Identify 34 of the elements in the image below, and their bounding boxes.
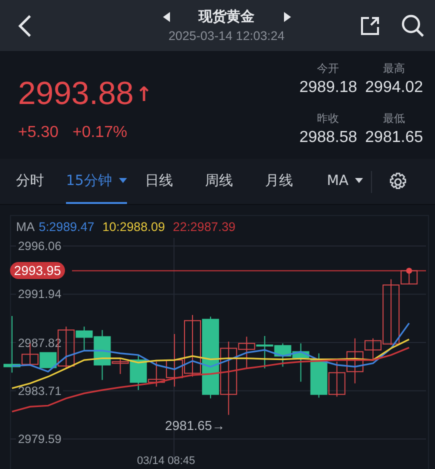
- change-percent: +0.17%: [72, 124, 128, 142]
- period-tab[interactable]: MA: [326, 159, 364, 204]
- ma-label: MA: [16, 220, 35, 234]
- stat-label: 今开: [317, 61, 340, 76]
- stat-value: 2988.58: [299, 129, 358, 147]
- ma-value: 5:2989.47: [38, 220, 94, 234]
- back-icon[interactable]: [18, 14, 32, 38]
- stat-value: 2981.65: [365, 129, 423, 147]
- settings-icon[interactable]: [388, 172, 408, 192]
- price-dot: [406, 268, 412, 274]
- period-tab[interactable]: 15分钟: [66, 159, 127, 204]
- period-tab[interactable]: 周线: [204, 159, 233, 204]
- arrow-icon: ↑: [136, 82, 152, 106]
- search-icon[interactable]: [401, 14, 425, 38]
- share-icon[interactable]: [359, 14, 381, 36]
- price-tag: 2993.95: [10, 262, 65, 279]
- period-tab[interactable]: 月线: [264, 159, 293, 204]
- window-title: 现货黄金: [198, 8, 254, 26]
- stat-label: 昨收: [317, 111, 340, 126]
- timestamp: 2025-03-14 12:03:24: [168, 29, 285, 43]
- stat-label: 最高: [383, 61, 406, 76]
- previous-icon[interactable]: [162, 12, 170, 22]
- stat-value: 2989.18: [299, 79, 358, 97]
- ma-value: 22:2987.39: [172, 220, 236, 234]
- low-marker: 2981.65→: [165, 418, 225, 433]
- stat-value: 2994.02: [365, 79, 423, 97]
- next-icon[interactable]: [282, 12, 290, 22]
- period-tab[interactable]: 分时: [16, 159, 44, 204]
- ma-value: 10:2988.09: [102, 220, 165, 234]
- axis-label: 03/14 08:45: [137, 455, 196, 467]
- change-value: +5.30: [18, 124, 58, 142]
- period-tab[interactable]: 日线: [144, 159, 173, 204]
- stat-label: 最低: [383, 111, 406, 126]
- price-value: 2993.88: [18, 75, 134, 112]
